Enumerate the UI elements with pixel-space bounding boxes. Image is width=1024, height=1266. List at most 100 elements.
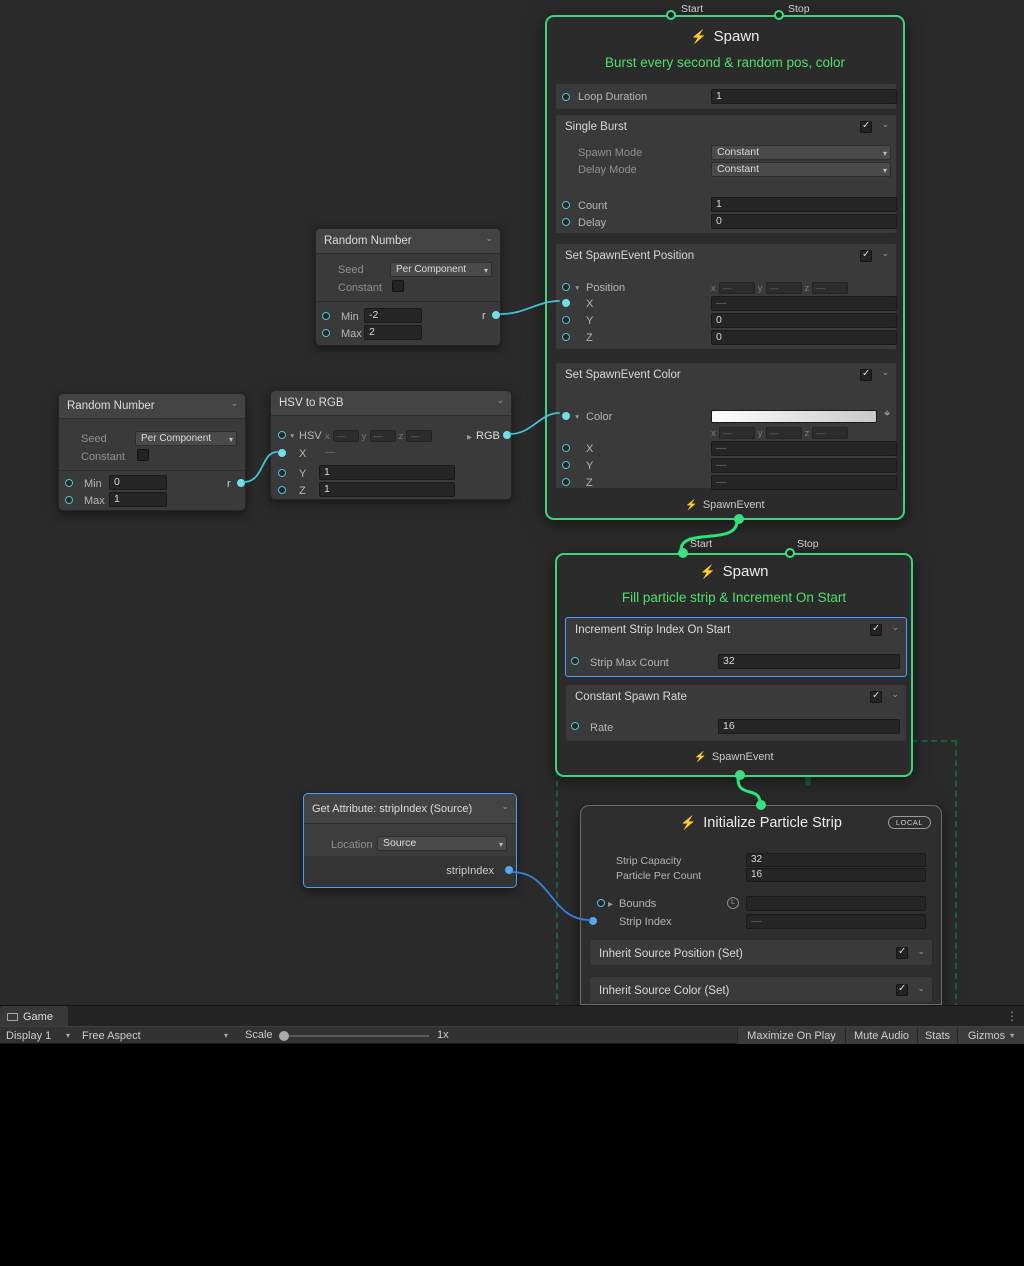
vfx-graph-canvas[interactable]: Particle Strip Random Number ⌄ Seed Per … [0, 0, 1024, 1005]
block-header[interactable]: Set SpawnEvent Position ✓ ⌄ [556, 244, 896, 268]
min-field[interactable]: -2 [364, 308, 422, 323]
max-input-port[interactable] [65, 496, 73, 504]
chevron-down-icon[interactable]: ⌄ [881, 119, 889, 130]
block-enabled-checkbox[interactable]: ✓ [860, 369, 872, 381]
gizmos-dropdown[interactable]: Gizmos▾ [957, 1027, 1024, 1044]
delay-port[interactable] [562, 218, 570, 226]
position-port[interactable] [562, 283, 570, 291]
block-enabled-checkbox[interactable]: ✓ [896, 984, 908, 996]
start-flow-port[interactable] [666, 10, 676, 20]
color-port[interactable] [562, 412, 570, 420]
x-mini-field[interactable]: — [333, 430, 359, 442]
max-field[interactable]: 1 [109, 492, 167, 507]
expander-down-icon[interactable]: ▼ [574, 414, 580, 421]
block-constant-spawn-rate[interactable]: Constant Spawn Rate ✓ ⌄ Rate 16 [565, 684, 907, 742]
bounds-port[interactable] [597, 899, 605, 907]
block-set-spawnevent-color[interactable]: Set SpawnEvent Color ✓ ⌄ ▼ Color ⌖ x— y—… [555, 362, 897, 489]
chevron-down-icon[interactable]: ⌄ [881, 367, 889, 378]
context-input-port[interactable] [756, 800, 766, 810]
expander-right-icon[interactable]: ▶ [608, 900, 613, 908]
rgb-output-port[interactable] [503, 431, 511, 439]
block-enabled-checkbox[interactable]: ✓ [870, 624, 882, 636]
block-inherit-source-color[interactable]: Inherit Source Color (Set) ✓ ⌄ [589, 976, 933, 1003]
block-header[interactable]: Inherit Source Color (Set) ✓ ⌄ [590, 977, 932, 1004]
start-flow-port[interactable] [678, 548, 688, 558]
chevron-down-icon[interactable]: ⌄ [496, 395, 504, 406]
y-field[interactable]: 0 [711, 313, 897, 328]
chevron-down-icon[interactable]: ⌄ [501, 801, 509, 812]
block-enabled-checkbox[interactable]: ✓ [870, 691, 882, 703]
chevron-down-icon[interactable]: ⌄ [881, 248, 889, 259]
aspect-select[interactable]: Free Aspect▾ [78, 1027, 232, 1044]
expander-right-icon[interactable]: ▶ [467, 433, 472, 441]
node-header[interactable]: Random Number ⌄ [59, 394, 245, 419]
position-x-port[interactable] [562, 299, 570, 307]
strip-max-count-port[interactable] [571, 657, 579, 665]
local-space-badge[interactable]: LOCAL [888, 816, 931, 829]
strip-index-port[interactable] [589, 917, 597, 925]
random-output-port[interactable] [237, 479, 245, 487]
spawnevent-output-port[interactable] [734, 514, 744, 524]
block-increment-strip-index[interactable]: Increment Strip Index On Start ✓ ⌄ Strip… [565, 617, 907, 677]
node-random-number-top[interactable]: Random Number ⌄ Seed Per Component Const… [315, 228, 501, 346]
particle-per-count-field[interactable]: 16 [746, 868, 926, 882]
stop-flow-port[interactable] [785, 548, 795, 558]
color-x-port[interactable] [562, 444, 570, 452]
chevron-down-icon[interactable]: ⌄ [485, 233, 493, 244]
z-field[interactable]: 0 [711, 330, 897, 345]
location-dropdown[interactable]: Source [377, 836, 507, 851]
random-output-port[interactable] [492, 311, 500, 319]
chevron-down-icon[interactable]: ⌄ [891, 622, 899, 633]
chevron-down-icon[interactable]: ⌄ [917, 946, 925, 957]
x-input-port[interactable] [278, 449, 286, 457]
node-header[interactable]: Get Attribute: stripIndex (Source) ⌄ [304, 794, 516, 824]
block-inherit-source-position[interactable]: Inherit Source Position (Set) ✓ ⌄ [589, 939, 933, 966]
color-swatch-field[interactable] [711, 410, 877, 423]
y-mini-field[interactable]: — [370, 430, 396, 442]
z-mini-field[interactable]: — [812, 427, 848, 439]
constant-checkbox[interactable] [137, 449, 149, 461]
node-hsv-to-rgb[interactable]: HSV to RGB ⌄ ▼ HSV x— y— z— ▶ RGB X — Y … [270, 390, 512, 500]
stripindex-output-port[interactable] [505, 866, 513, 874]
count-port[interactable] [562, 201, 570, 209]
chevron-down-icon[interactable]: ⌄ [917, 983, 925, 994]
chevron-down-icon[interactable]: ⌄ [891, 689, 899, 700]
rate-field[interactable]: 16 [718, 719, 900, 734]
eyedropper-icon[interactable]: ⌖ [884, 408, 890, 421]
context-initialize-particle-strip[interactable]: ⚡Initialize Particle Strip LOCAL Strip C… [580, 805, 942, 1005]
z-mini-field[interactable]: — [406, 430, 432, 442]
block-header[interactable]: Set SpawnEvent Color ✓ ⌄ [556, 363, 896, 387]
block-enabled-checkbox[interactable]: ✓ [860, 121, 872, 133]
rate-port[interactable] [571, 722, 579, 730]
node-get-attribute-stripindex[interactable]: Get Attribute: stripIndex (Source) ⌄ Loc… [303, 793, 517, 888]
z-input-port[interactable] [278, 486, 286, 494]
strip-capacity-field[interactable]: 32 [746, 853, 926, 867]
block-enabled-checkbox[interactable]: ✓ [860, 250, 872, 262]
node-header[interactable]: HSV to RGB ⌄ [271, 391, 511, 416]
loop-duration-field[interactable]: 1 [711, 89, 897, 104]
max-input-port[interactable] [322, 329, 330, 337]
position-z-port[interactable] [562, 333, 570, 341]
block-header[interactable]: Single Burst ✓ ⌄ [556, 115, 896, 139]
spawnevent-output-port[interactable] [735, 770, 745, 780]
local-space-icon[interactable]: L [727, 897, 739, 909]
expander-down-icon[interactable]: ▼ [289, 433, 295, 440]
block-loop-duration[interactable]: Loop Duration 1 [555, 83, 897, 110]
strip-max-count-field[interactable]: 32 [718, 654, 900, 669]
constant-checkbox[interactable] [392, 280, 404, 292]
z-field[interactable]: 1 [319, 482, 455, 497]
tab-game[interactable]: Game [0, 1006, 68, 1027]
node-random-number-bottom[interactable]: Random Number ⌄ Seed Per Component Const… [58, 393, 246, 511]
color-y-port[interactable] [562, 461, 570, 469]
panel-menu-icon[interactable]: ⋮ [1006, 1009, 1018, 1023]
min-input-port[interactable] [65, 479, 73, 487]
delay-mode-dropdown[interactable]: Constant [711, 162, 891, 177]
scale-slider-track[interactable] [283, 1035, 429, 1037]
scale-slider-thumb[interactable] [279, 1031, 289, 1041]
block-single-burst[interactable]: Single Burst ✓ ⌄ Spawn Mode Constant Del… [555, 114, 897, 234]
block-header[interactable]: Inherit Source Position (Set) ✓ ⌄ [590, 940, 932, 967]
seed-dropdown[interactable]: Per Component [135, 431, 237, 446]
block-header[interactable]: Increment Strip Index On Start ✓ ⌄ [566, 618, 906, 642]
y-mini-field[interactable]: — [766, 282, 802, 294]
min-input-port[interactable] [322, 312, 330, 320]
